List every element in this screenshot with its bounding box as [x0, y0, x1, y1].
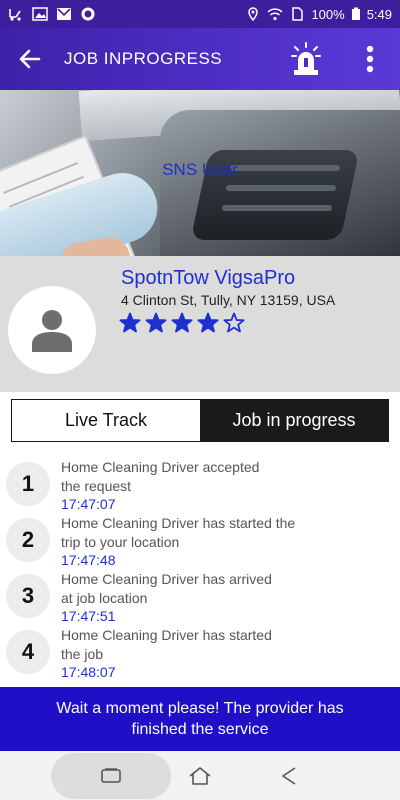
- tab-job-in-progress[interactable]: Job in progress: [200, 400, 388, 441]
- step-description: Home Cleaning Driver accepted: [61, 459, 260, 475]
- battery-icon: [351, 7, 360, 20]
- back-button[interactable]: [0, 28, 60, 90]
- battery-level-text: 100%: [311, 6, 345, 22]
- timeline-step: 1 Home Cleaning Driver accepted the requ…: [0, 456, 400, 512]
- avatar: [8, 286, 96, 374]
- circle-dot-icon: [81, 7, 95, 21]
- star-filled-icon: [197, 312, 219, 333]
- back-nav-button[interactable]: [276, 763, 302, 789]
- notice-line: finished the service: [131, 721, 269, 738]
- step-description: Home Cleaning Driver has started the: [61, 515, 296, 531]
- step-description: the request: [61, 478, 132, 494]
- star-filled-icon: [119, 312, 141, 333]
- star-filled-icon: [145, 312, 167, 333]
- star-filled-icon: [171, 312, 193, 333]
- step-description: at job location: [61, 590, 148, 606]
- emergency-button[interactable]: [288, 40, 324, 78]
- step-number: 3: [6, 574, 50, 618]
- more-options-button[interactable]: [354, 38, 386, 80]
- notice-line: Wait a moment please! The provider has: [56, 700, 344, 717]
- mail-icon: [57, 8, 71, 20]
- more-vertical-icon: [366, 45, 374, 73]
- zigzag-divider: [0, 380, 400, 392]
- tab-live-track[interactable]: Live Track: [12, 400, 200, 441]
- recent-apps-button[interactable]: [98, 763, 124, 789]
- sim-card-icon: [292, 7, 304, 21]
- step-description: the job: [61, 646, 104, 662]
- timeline-step: 3 Home Cleaning Driver has arrived at jo…: [0, 568, 400, 624]
- page-title: JOB INPROGRESS: [64, 49, 223, 68]
- step-description: Home Cleaning Driver has arrived: [61, 571, 272, 587]
- status-bar: 100% 5:49: [0, 0, 400, 28]
- wifi-icon: [267, 8, 283, 21]
- image-icon: [32, 7, 48, 21]
- step-time: 17:47:48: [61, 552, 116, 568]
- service-finished-notice: Wait a moment please! The provider has f…: [0, 687, 400, 751]
- back-triangle-icon: [282, 767, 296, 785]
- emergency-siren-icon: [291, 42, 321, 75]
- person-silhouette-icon: [32, 310, 72, 352]
- home-button[interactable]: [187, 763, 213, 789]
- system-nav-bar: [0, 751, 400, 800]
- recent-apps-icon: [101, 768, 121, 783]
- timeline-step: 2 Home Cleaning Driver has started the t…: [0, 512, 400, 568]
- tow-truck-icon: [9, 9, 21, 21]
- step-time: 17:47:51: [61, 608, 116, 624]
- provider-address: 4 Clinton St, Tully, NY 13159, USA: [121, 292, 336, 308]
- user-name-caption: SNS User: [162, 160, 238, 179]
- app-bar: JOB INPROGRESS: [0, 28, 400, 90]
- location-pin-icon: [248, 7, 259, 21]
- step-description: trip to your location: [61, 534, 180, 550]
- provider-name: SpotnTow VigsaPro: [121, 267, 296, 289]
- rating-stars: [119, 312, 245, 334]
- step-number: 2: [6, 518, 50, 562]
- step-number: 4: [6, 630, 50, 674]
- banner-image: SNS User: [0, 90, 400, 256]
- clock-text: 5:49: [366, 6, 392, 22]
- tab-bar: Live Track Job in progress: [11, 399, 389, 442]
- timeline-step: 4 Home Cleaning Driver has started the j…: [0, 624, 400, 680]
- star-empty-icon: [223, 312, 245, 333]
- back-arrow-icon: [19, 49, 41, 69]
- provider-card: SpotnTow VigsaPro 4 Clinton St, Tully, N…: [0, 256, 400, 392]
- home-icon: [189, 767, 211, 785]
- step-time: 17:48:07: [61, 664, 116, 680]
- step-number: 1: [6, 462, 50, 506]
- step-description: Home Cleaning Driver has started: [61, 627, 272, 643]
- step-time: 17:47:07: [61, 496, 116, 512]
